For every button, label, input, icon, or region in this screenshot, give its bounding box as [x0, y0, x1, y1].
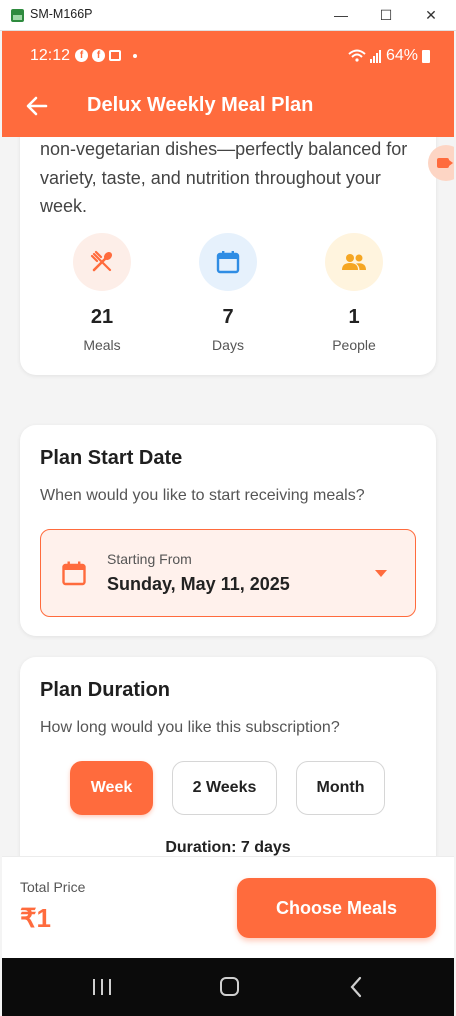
facebook-icon: f [75, 49, 88, 62]
toolbar: Delux Weekly Meal Plan [2, 81, 454, 137]
android-nav-bar [2, 958, 454, 1016]
duration-title: Plan Duration [40, 679, 171, 701]
start-date-picker[interactable]: Starting From Sunday, May 11, 2025 [40, 529, 416, 617]
page-title: Delux Weekly Meal Plan [87, 94, 314, 116]
duration-subtitle: How long would you like this subscriptio… [40, 719, 340, 736]
people-label: People [332, 337, 376, 353]
phone-screen: 12:12 f f 64% Delux Weekly Meal Plan non… [2, 31, 454, 1016]
total-price-value: ₹1 [20, 903, 52, 933]
plan-duration-card: Plan Duration How long would you like th… [20, 657, 436, 856]
close-button[interactable]: ✕ [416, 4, 446, 26]
days-icon-circle [199, 233, 257, 291]
scroll-content[interactable]: non-vegetarian dishes—perfectly balanced… [2, 137, 454, 856]
people-icon-circle [325, 233, 383, 291]
window-title-bar: SM-M166P — ☐ ✕ [0, 0, 456, 31]
start-date-subtitle: When would you like to start receiving m… [40, 487, 365, 504]
starting-from-label: Starting From [107, 551, 192, 567]
days-count: 7 [222, 306, 234, 328]
stat-meals: 21 Meals [47, 233, 157, 353]
app-icon [11, 9, 24, 22]
wifi-icon [348, 49, 366, 62]
arrow-back-icon[interactable] [22, 91, 52, 121]
battery-icon [422, 49, 430, 63]
duration-option-2-weeks[interactable]: 2 Weeks [172, 761, 277, 815]
duration-option-month[interactable]: Month [296, 761, 385, 815]
fork-spoon-icon [90, 250, 113, 272]
signal-icon [369, 50, 381, 63]
app-header: 12:12 f f 64% Delux Weekly Meal Plan [2, 31, 454, 137]
start-date-value: Sunday, May 11, 2025 [107, 574, 290, 594]
duration-options: Week 2 Weeks Month [20, 761, 436, 817]
more-notifications-dot-icon [133, 53, 137, 58]
meals-icon-circle [73, 233, 131, 291]
total-price-label: Total Price [20, 879, 86, 895]
duration-option-week[interactable]: Week [70, 761, 153, 815]
meals-label: Meals [83, 337, 121, 353]
calendar-icon [216, 251, 240, 274]
people-count: 1 [348, 306, 360, 328]
calendar-icon [62, 561, 86, 586]
days-label: Days [212, 337, 244, 353]
status-bar: 12:12 f f 64% [2, 31, 454, 81]
notification-icons: f f [75, 49, 137, 62]
maximize-button[interactable]: ☐ [371, 4, 401, 26]
plan-description: non-vegetarian dishes—perfectly balanced… [40, 139, 408, 216]
meals-count: 21 [90, 306, 114, 328]
minimize-button[interactable]: — [326, 4, 356, 26]
back-nav-icon[interactable] [336, 972, 376, 1002]
gallery-icon [109, 50, 121, 61]
status-right: 64% [348, 47, 430, 65]
plan-overview-card: non-vegetarian dishes—perfectly balanced… [20, 137, 436, 375]
duration-summary: Duration: 7 days [165, 839, 291, 856]
recent-apps-icon[interactable] [82, 972, 122, 1002]
status-time: 12:12 [30, 47, 71, 64]
video-camera-icon [437, 158, 453, 168]
window-title: SM-M166P [30, 7, 93, 21]
facebook-icon: f [92, 49, 105, 62]
battery-percent: 64% [385, 47, 418, 64]
checkout-footer: Total Price ₹1 Choose Meals [2, 856, 454, 959]
stat-days: 7 Days [173, 233, 283, 353]
start-date-title: Plan Start Date [40, 447, 183, 469]
people-icon [342, 254, 366, 270]
home-icon[interactable] [209, 972, 249, 1002]
stat-people: 1 People [299, 233, 409, 353]
choose-meals-button[interactable]: Choose Meals [237, 878, 436, 938]
plan-start-date-card: Plan Start Date When would you like to s… [20, 425, 436, 636]
dropdown-arrow-icon [375, 570, 387, 577]
